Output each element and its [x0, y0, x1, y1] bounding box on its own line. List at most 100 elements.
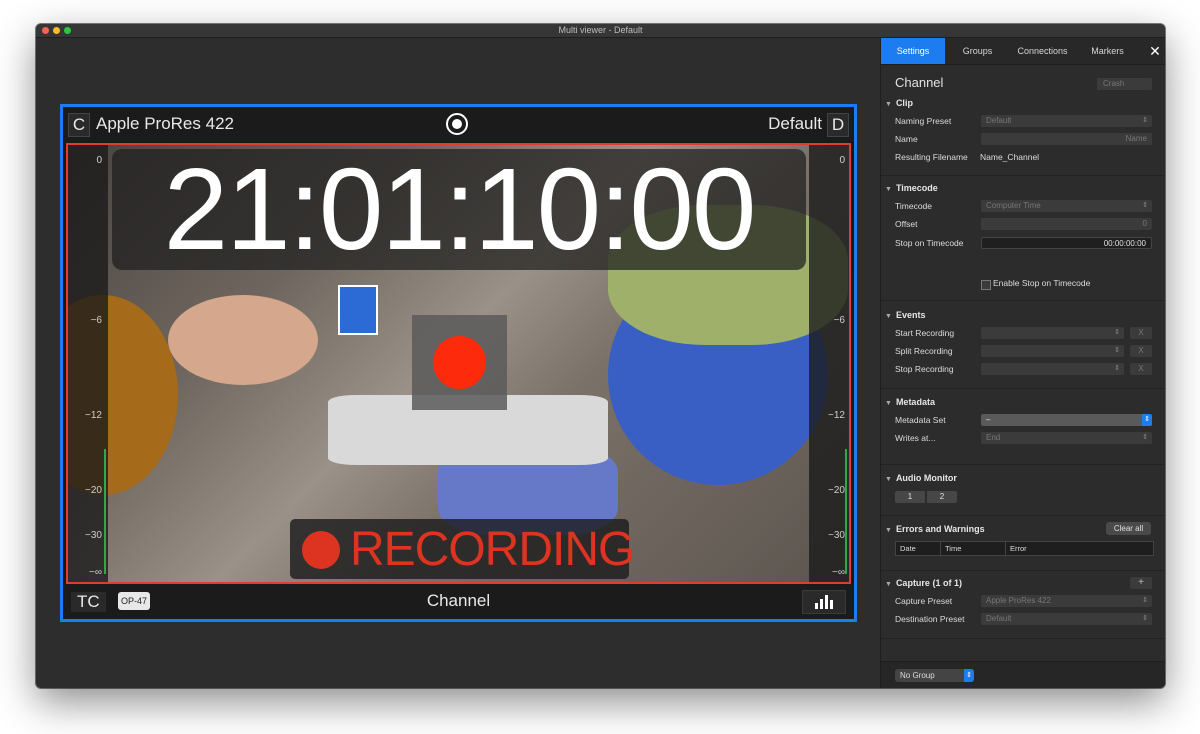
meter-label: 0	[96, 155, 102, 166]
timecode-overlay: 21:01:10:00	[112, 145, 806, 273]
meter-label: −30	[828, 530, 845, 541]
capture-preset-select[interactable]: Apple ProRes 422 ⇕	[981, 595, 1152, 607]
select-arrows-icon: ⇕	[1114, 365, 1120, 372]
errors-table[interactable]: Date Time Error	[895, 541, 1154, 556]
metadata-section-header[interactable]: ▼ Metadata	[885, 397, 935, 407]
section-divider	[881, 570, 1165, 571]
offset-input[interactable]: 0	[981, 218, 1152, 230]
select-arrows-icon: ⇕	[1142, 202, 1148, 209]
levels-bar-icon	[820, 599, 823, 609]
channel-viewer[interactable]: C Apple ProRes 422 Default D 21:01:10:00…	[60, 104, 857, 622]
record-dot-icon	[433, 336, 486, 389]
disclosure-triangle-icon: ▼	[885, 581, 892, 588]
inspector-tabs: Settings Groups Connections Markers ✕	[881, 38, 1165, 65]
recording-dot-icon	[302, 531, 340, 569]
audio-monitor-section-header[interactable]: ▼ Audio Monitor	[885, 473, 957, 483]
select-arrows-icon: ⇕	[1142, 597, 1148, 604]
clear-stop-recording-button[interactable]: X	[1130, 363, 1152, 375]
events-section-header[interactable]: ▼ Events	[885, 310, 925, 320]
recording-indicator: RECORDING	[290, 519, 635, 579]
split-recording-label: Split Recording	[895, 346, 953, 356]
tab-connections[interactable]: Connections	[1010, 38, 1075, 64]
disclosure-triangle-icon: ▼	[885, 400, 892, 407]
writes-at-select[interactable]: End ⇕	[981, 432, 1152, 444]
enable-stop-checkbox[interactable]	[981, 280, 991, 290]
codec-label: Apple ProRes 422	[96, 114, 234, 133]
timecode-label: Timecode	[895, 201, 933, 211]
group-select[interactable]: No Group ⇕	[895, 669, 974, 682]
select-arrows-icon: ⇕	[1114, 329, 1120, 336]
select-arrows-icon: ⇕	[1142, 414, 1152, 426]
writes-at-label: Writes at...	[895, 433, 936, 443]
column-header-error[interactable]: Error	[1006, 542, 1153, 555]
resulting-filename-value: Name_Channel	[980, 152, 1040, 162]
column-header-date[interactable]: Date	[896, 542, 941, 555]
record-button[interactable]	[412, 315, 507, 410]
title-bar: Multi viewer - Default	[36, 24, 1165, 38]
select-arrows-icon: ⇕	[1142, 434, 1148, 441]
add-capture-button[interactable]: +	[1130, 577, 1152, 589]
destination-preset-select[interactable]: Default ⇕	[981, 613, 1152, 625]
select-arrows-icon: ⇕	[1142, 615, 1148, 622]
select-arrows-icon: ⇕	[1114, 347, 1120, 354]
meter-label: −∞	[832, 567, 845, 578]
clip-section-header[interactable]: ▼ Clip	[885, 98, 913, 108]
scene-hand-shape	[168, 295, 318, 385]
section-divider	[881, 388, 1165, 389]
meter-label: 0	[839, 155, 845, 166]
clear-start-recording-button[interactable]: X	[1130, 327, 1152, 339]
section-divider	[881, 638, 1165, 639]
disclosure-triangle-icon: ▼	[885, 186, 892, 193]
audio-meter-right: 0 −6 −12 −20 −30 −∞	[809, 145, 849, 582]
disclosure-triangle-icon: ▼	[885, 476, 892, 483]
meter-label: −20	[85, 485, 102, 496]
timecode-source-select[interactable]: Computer Time ⇕	[981, 200, 1152, 212]
viewer-footer: TC OP-47 Channel	[63, 584, 854, 619]
stop-timecode-input[interactable]: 00:00:00:00	[981, 237, 1152, 249]
name-input[interactable]: Name	[981, 133, 1152, 145]
enable-stop-label: Enable Stop on Timecode	[993, 278, 1091, 288]
offset-label: Offset	[895, 219, 918, 229]
channel-title: Channel	[895, 75, 944, 90]
disclosure-triangle-icon: ▼	[885, 527, 892, 534]
levels-bar-icon	[830, 600, 833, 609]
preset-label: Default	[768, 114, 822, 133]
clear-split-recording-button[interactable]: X	[1130, 345, 1152, 357]
audio-channel-1-button[interactable]: 1	[895, 491, 925, 503]
section-divider	[881, 175, 1165, 176]
start-recording-select[interactable]: ⇕	[981, 327, 1124, 339]
meter-label: −12	[828, 410, 845, 421]
channel-name-label: Channel	[426, 591, 491, 610]
disclosure-triangle-icon: ▼	[885, 313, 892, 320]
timecode-section-header[interactable]: ▼ Timecode	[885, 183, 938, 193]
clear-all-button[interactable]: Clear all	[1106, 522, 1151, 535]
channel-mode-select[interactable]: Crash	[1097, 78, 1152, 90]
section-divider	[881, 464, 1165, 465]
viewer-header: C Apple ProRes 422 Default D	[63, 107, 854, 142]
stop-recording-select[interactable]: ⇕	[981, 363, 1124, 375]
audio-channel-2-button[interactable]: 2	[927, 491, 957, 503]
capture-preset-label: Capture Preset	[895, 596, 953, 606]
audio-levels-button[interactable]	[802, 590, 846, 614]
column-header-time[interactable]: Time	[941, 542, 1006, 555]
select-arrows-icon: ⇕	[964, 669, 974, 682]
naming-preset-select[interactable]: Default ⇕	[981, 115, 1152, 127]
tab-markers[interactable]: Markers	[1075, 38, 1140, 64]
timecode-display: 21:01:10:00	[163, 144, 757, 274]
recording-text: RECORDING	[350, 523, 635, 576]
tab-groups[interactable]: Groups	[945, 38, 1010, 64]
capture-section-header[interactable]: ▼ Capture (1 of 1)	[885, 578, 962, 588]
start-recording-label: Start Recording	[895, 328, 955, 338]
meter-label: −20	[828, 485, 845, 496]
name-label: Name	[895, 134, 918, 144]
tab-settings[interactable]: Settings	[881, 38, 945, 64]
split-recording-select[interactable]: ⇕	[981, 345, 1124, 357]
resulting-filename-label: Resulting Filename	[895, 152, 968, 162]
app-window: Multi viewer - Default C Apple ProRes 42…	[36, 24, 1165, 688]
record-toggle-icon[interactable]	[446, 113, 468, 135]
metadata-set-select[interactable]: – ⇕	[981, 414, 1152, 426]
close-panel-icon[interactable]: ✕	[1144, 38, 1165, 64]
source-letter-badge: C	[68, 113, 90, 137]
levels-bar-icon	[815, 603, 818, 609]
errors-section-header[interactable]: ▼ Errors and Warnings	[885, 524, 985, 534]
